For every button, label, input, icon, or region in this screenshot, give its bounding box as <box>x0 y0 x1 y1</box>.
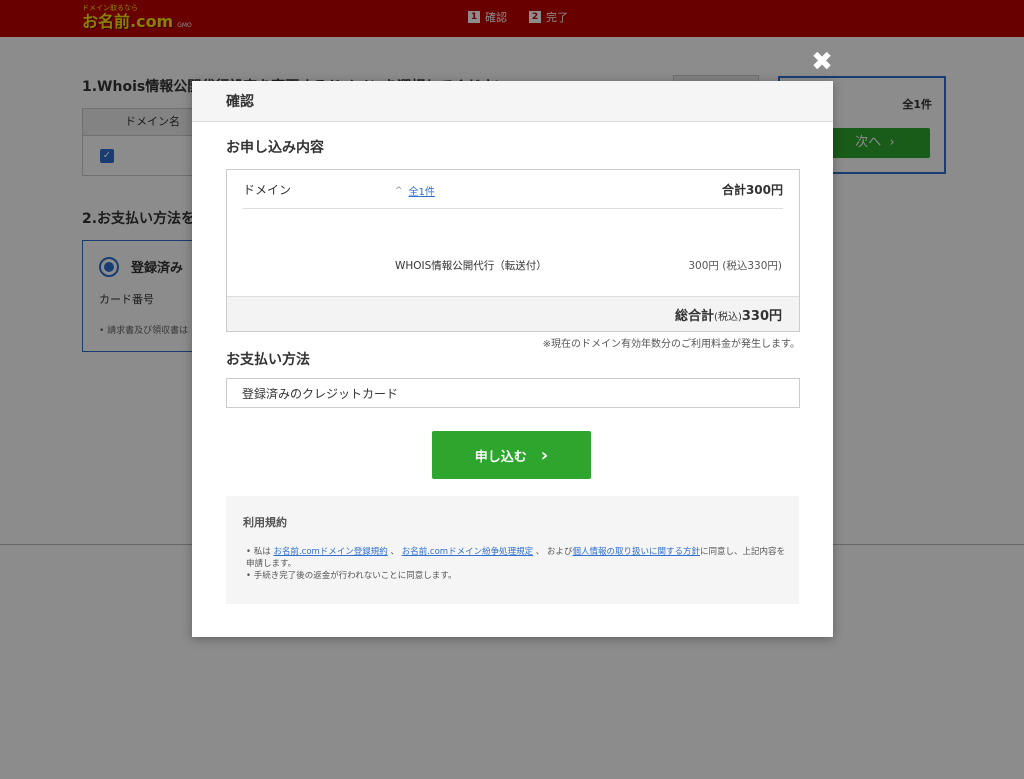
close-icon[interactable]: ✖ <box>810 49 834 75</box>
terms-prefix: 私は <box>253 547 271 557</box>
modal-header: 確認 <box>192 81 833 122</box>
terms-item: • 私は お名前.comドメイン登録規約 、 お名前.comドメイン紛争処理規定… <box>246 547 786 569</box>
confirm-modal: 確認 お申し込み内容 ドメイン ^ 全1件 合計300円 WHOIS情報公開代行… <box>192 81 833 637</box>
total-amount: 330円 <box>741 309 782 324</box>
chevron-up-icon: ^ <box>395 185 403 196</box>
total-prefix: 総合計 <box>675 309 715 324</box>
toggle-link-label: 全1件 <box>408 187 435 198</box>
terms-separator: 、 <box>390 547 400 557</box>
privacy-policy-link[interactable]: 個人情報の取り扱いに関する方針 <box>572 547 700 557</box>
payment-method-value: 登録済みのクレジットカード <box>242 387 399 401</box>
apply-button[interactable]: 申し込む › <box>432 431 591 479</box>
terms-separator: 、 および <box>535 547 573 557</box>
grand-total: 総合計(税込)330円 <box>675 305 782 324</box>
order-details: ドメイン ^ 全1件 合計300円 WHOIS情報公開代行（転送付） 300円 … <box>226 169 800 332</box>
terms-item: • 手続き完了後の返金が行われないことに同意します。 <box>246 571 457 581</box>
terms-list: • 私は お名前.comドメイン登録規約 、 お名前.comドメイン紛争処理規定… <box>246 546 786 582</box>
payment-method-field: 登録済みのクレジットカード <box>226 378 800 408</box>
order-section-title: お申し込み内容 <box>226 140 324 156</box>
service-price: 300円 (税込330円) <box>688 260 782 272</box>
dispute-policy-link[interactable]: お名前.comドメイン紛争処理規定 <box>402 547 533 557</box>
terms-box: 利用規約 • 私は お名前.comドメイン登録規約 、 お名前.comドメイン紛… <box>226 496 799 604</box>
apply-button-label: 申し込む <box>474 449 527 465</box>
total-tax-label: (税込) <box>714 312 742 323</box>
toggle-items-link[interactable]: ^ 全1件 <box>395 183 435 199</box>
payment-section-title: お支払い方法 <box>226 352 310 368</box>
grand-total-row: 総合計(税込)330円 <box>227 296 799 331</box>
fee-note: ※現在のドメイン有効年数分のご利用料金が発生します。 <box>542 339 800 350</box>
terms-refund: 手続き完了後の返金が行われないことに同意します。 <box>253 571 457 581</box>
order-summary-row: ドメイン ^ 全1件 合計300円 <box>243 170 783 209</box>
registration-terms-link[interactable]: お名前.comドメイン登録規約 <box>273 547 387 557</box>
service-name: WHOIS情報公開代行（転送付） <box>395 260 547 272</box>
subtotal: 合計300円 <box>721 183 783 197</box>
chevron-right-icon: › <box>540 444 549 466</box>
domain-label: ドメイン <box>243 183 292 197</box>
terms-title: 利用規約 <box>243 516 287 529</box>
modal-title: 確認 <box>226 94 254 110</box>
